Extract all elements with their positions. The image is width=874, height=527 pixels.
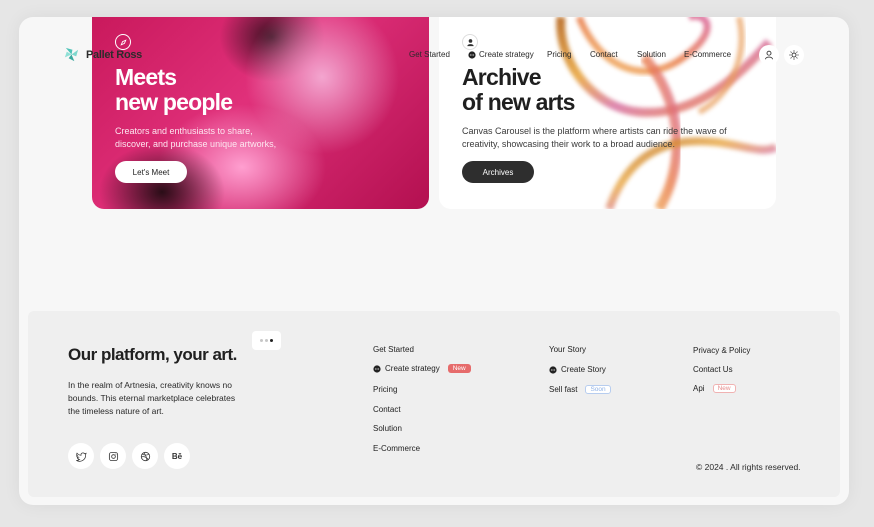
footer-title: Our platform, your art. <box>68 345 237 364</box>
twitter-icon <box>75 451 86 462</box>
indicator-dot <box>260 339 263 342</box>
footer-your-story[interactable]: Your Story <box>549 345 586 354</box>
behance-icon: Bē <box>171 451 183 461</box>
pinwheel-logo-icon <box>64 47 79 62</box>
user-icon <box>765 50 773 60</box>
footer-create-strategy-label: Create strategy <box>385 364 440 373</box>
nav-ecommerce[interactable]: E-Commerce <box>684 50 731 59</box>
nav-pricing[interactable]: Pricing <box>547 50 571 59</box>
footer: Our platform, your art. In the realm of … <box>28 311 840 497</box>
sun-icon <box>789 50 799 60</box>
footer-api-label: Api <box>693 384 705 393</box>
footer-get-started[interactable]: Get Started <box>373 345 414 354</box>
soon-badge: Soon <box>585 385 611 394</box>
chat-bubble-icon <box>373 364 381 373</box>
nav-solution[interactable]: Solution <box>637 50 666 59</box>
copyright: © 2024 . All rights reserved. <box>696 462 801 472</box>
footer-create-strategy[interactable]: Create strategy New <box>373 364 471 373</box>
footer-contact-us[interactable]: Contact Us <box>693 365 733 374</box>
chat-bubble-icon <box>468 50 476 59</box>
footer-description: In the realm of Artnesia, creativity kno… <box>68 380 236 416</box>
instagram-icon <box>108 451 118 461</box>
dribbble-button[interactable] <box>132 443 158 469</box>
indicator-dot-active <box>270 339 273 342</box>
nav-create-strategy-label: Create strategy <box>479 50 534 59</box>
new-badge: New <box>447 364 471 373</box>
nav-get-started[interactable]: Get Started <box>409 50 450 59</box>
footer-solution[interactable]: Solution <box>373 424 402 433</box>
footer-create-story-label: Create Story <box>561 365 606 374</box>
meet-description: Creators and enthusiasts to share, disco… <box>115 126 277 149</box>
archive-title-line2: of new arts <box>462 89 575 115</box>
meet-title-line2: new people <box>115 89 233 115</box>
footer-privacy-policy[interactable]: Privacy & Policy <box>693 346 750 355</box>
account-button[interactable] <box>759 45 779 65</box>
instagram-button[interactable] <box>100 443 126 469</box>
behance-button[interactable]: Bē <box>164 443 190 469</box>
twitter-button[interactable] <box>68 443 94 469</box>
footer-ecommerce[interactable]: E-Commerce <box>373 444 420 453</box>
carousel-indicator[interactable] <box>252 331 281 350</box>
theme-toggle-button[interactable] <box>784 45 804 65</box>
nav-contact[interactable]: Contact <box>590 50 618 59</box>
indicator-dot <box>265 339 268 342</box>
footer-create-story[interactable]: Create Story <box>549 365 606 374</box>
brand-logo[interactable]: Pallet Ross <box>63 46 142 63</box>
dribbble-icon <box>140 451 150 461</box>
footer-pricing[interactable]: Pricing <box>373 385 397 394</box>
footer-sell-fast[interactable]: Sell fast Soon <box>549 385 611 394</box>
new-badge: New <box>712 384 736 393</box>
archives-button[interactable]: Archives <box>462 161 534 183</box>
nav-create-strategy[interactable]: Create strategy <box>468 50 534 59</box>
footer-contact[interactable]: Contact <box>373 405 401 414</box>
archive-description: Canvas Carousel is the platform where ar… <box>462 126 727 149</box>
top-nav: Pallet Ross Get Started Create strategy … <box>19 17 849 93</box>
footer-sell-fast-label: Sell fast <box>549 385 578 394</box>
chat-bubble-icon <box>549 365 557 374</box>
lets-meet-button[interactable]: Let's Meet <box>115 161 187 183</box>
page-frame: Meets new people Creators and enthusiast… <box>19 17 849 505</box>
brand-name: Pallet Ross <box>86 48 143 61</box>
footer-api[interactable]: Api New <box>693 384 736 393</box>
